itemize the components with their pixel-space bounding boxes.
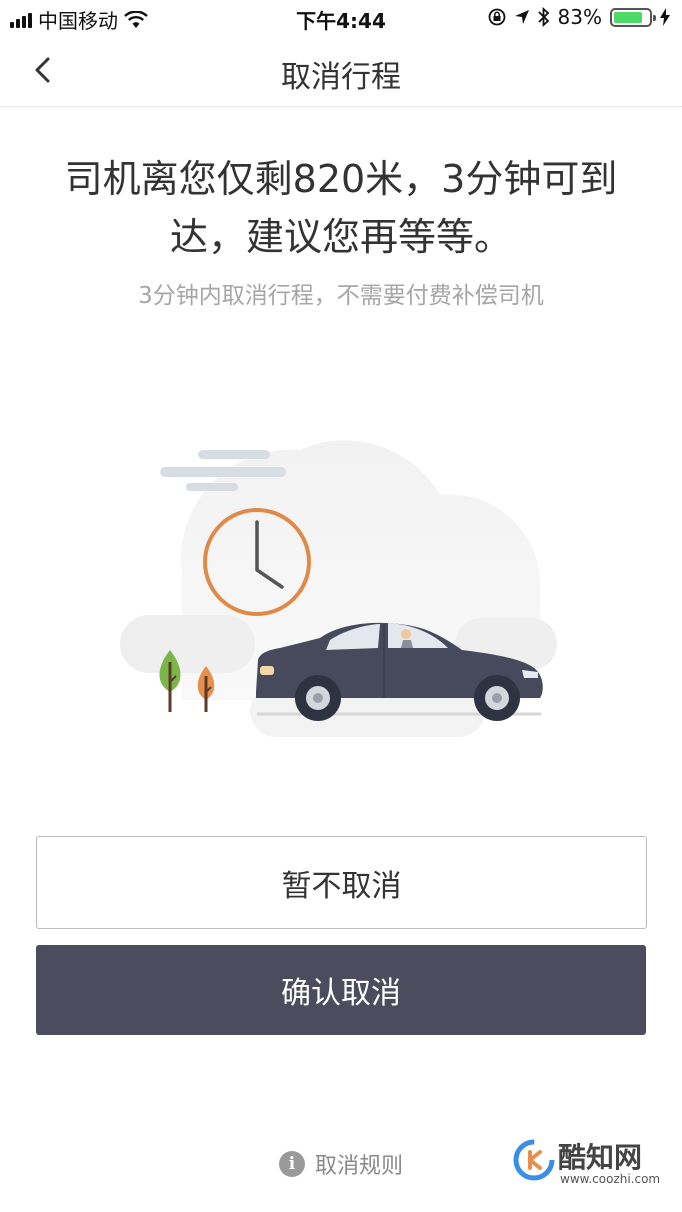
- battery-icon: [610, 7, 656, 27]
- status-bar: 中国移动 下午4:44 83%: [0, 0, 682, 34]
- page-title: 取消行程: [281, 60, 401, 95]
- info-icon: i: [278, 1151, 305, 1177]
- charging-icon: [660, 8, 670, 26]
- location-icon: [514, 10, 529, 24]
- wait-suggestion-headline: 司机离您仅剩820米，3分钟可到 达，建议您再等等。: [60, 150, 622, 266]
- headline-line-2: 达，建议您再等等。: [169, 215, 512, 259]
- watermark-url: www.coozhi.com: [560, 1172, 661, 1186]
- cancel-rules-label: 取消规则: [314, 1154, 403, 1179]
- bluetooth-icon: [537, 7, 549, 27]
- keep-ride-button[interactable]: 暂不取消: [36, 836, 647, 929]
- nav-bar: 取消行程: [0, 34, 682, 107]
- watermark-logo-icon: [513, 1139, 555, 1181]
- watermark-name: 酷知网: [558, 1141, 643, 1174]
- status-right: 83%: [488, 5, 670, 29]
- confirm-cancel-button[interactable]: 确认取消: [36, 945, 646, 1035]
- battery-percent: 83%: [557, 5, 602, 29]
- watermark: 酷知网 www.coozhi.com: [510, 1132, 670, 1192]
- battery-level-fill: [614, 11, 643, 23]
- cancel-fee-note: 3分钟内取消行程，不需要付费补偿司机: [138, 283, 544, 309]
- headline-line-1: 司机离您仅剩820米，3分钟可到: [64, 157, 618, 201]
- orientation-lock-icon: [488, 8, 505, 26]
- waiting-car-illustration: [120, 440, 557, 737]
